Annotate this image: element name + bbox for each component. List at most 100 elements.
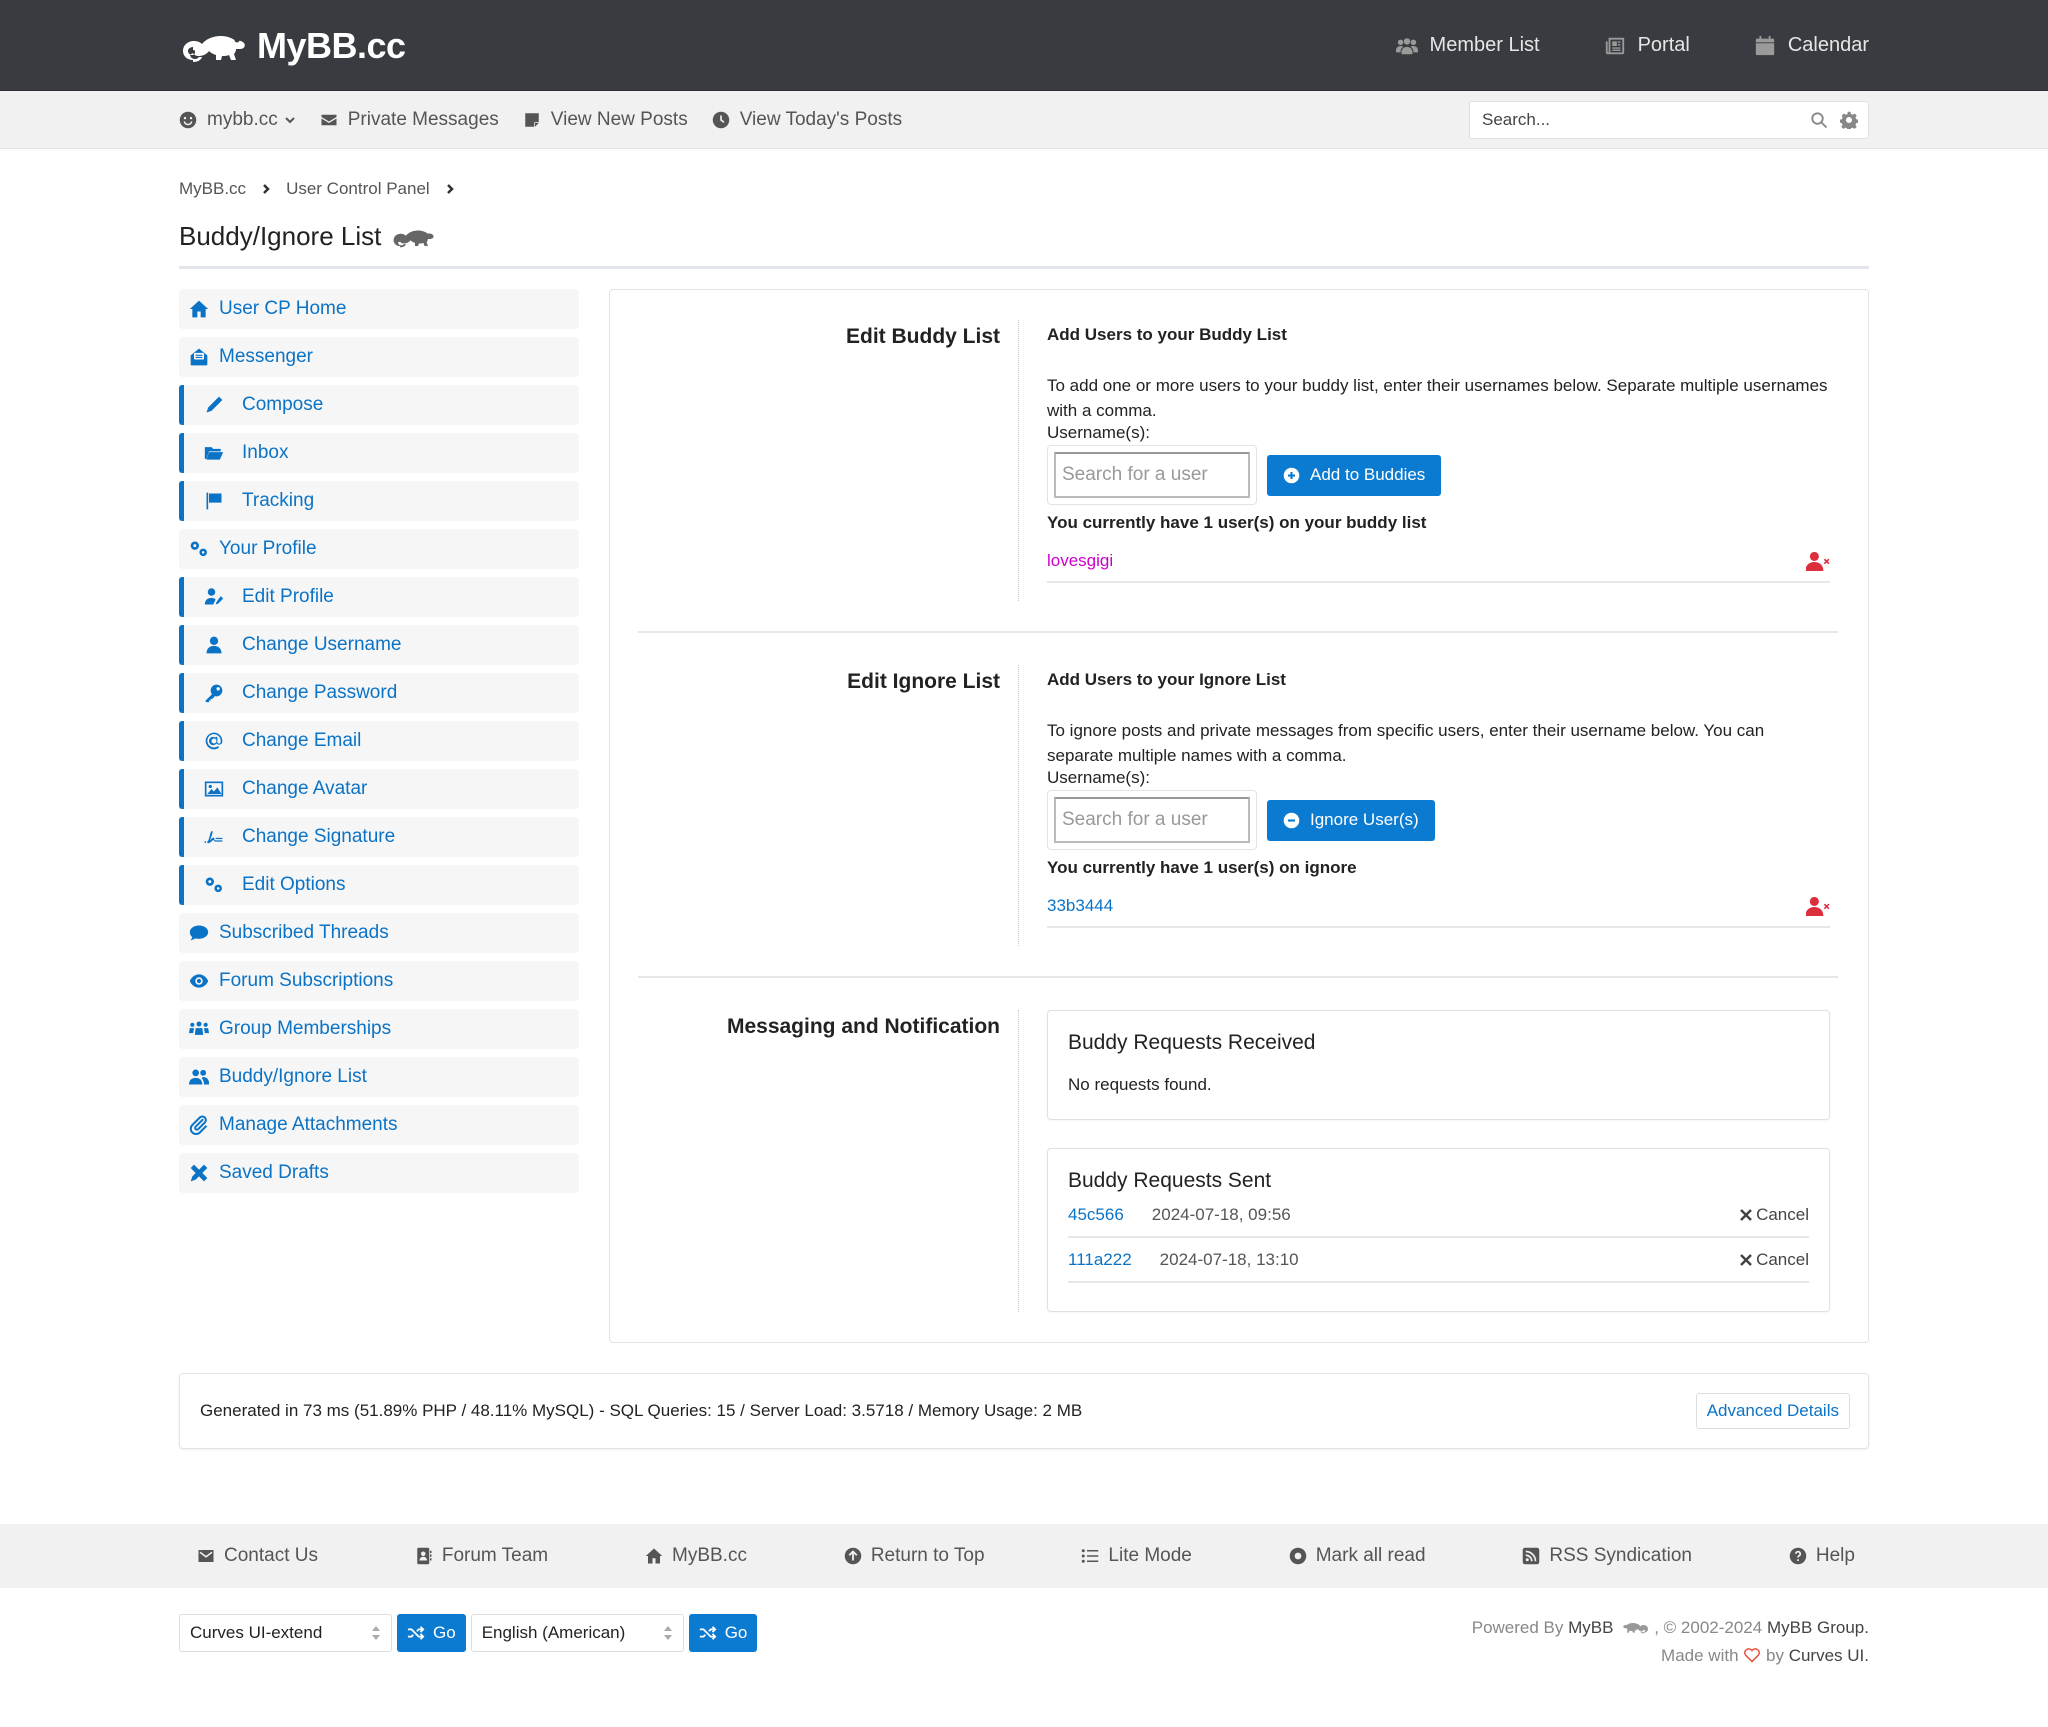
debug-info-bar: Generated in 73 ms (51.89% PHP / 48.11% … <box>179 1373 1869 1449</box>
question-circle-icon <box>1789 1547 1807 1565</box>
eye-icon <box>189 974 209 988</box>
section-description: To ignore posts and private messages fro… <box>1047 721 1765 765</box>
search-input[interactable] <box>1480 109 1798 131</box>
signature-icon <box>204 830 223 844</box>
language-go-button[interactable]: Go <box>688 1614 758 1652</box>
calendar-icon <box>1755 35 1774 55</box>
footer-mybb-home[interactable]: MyBB.cc <box>645 1545 747 1567</box>
sidebar-item-change-username[interactable]: Change Username <box>179 625 579 665</box>
search-icon[interactable] <box>1810 111 1828 129</box>
mybb-group-link[interactable]: MyBB Group. <box>1767 1618 1869 1637</box>
heart-icon <box>1744 1648 1761 1663</box>
request-user-link[interactable]: 111a222 <box>1068 1250 1132 1270</box>
section-label: Messaging and Notification <box>726 1015 1000 1038</box>
theme-go-button[interactable]: Go <box>397 1614 466 1652</box>
remove-user-icon[interactable] <box>1806 896 1830 916</box>
gear-icon[interactable] <box>1840 111 1858 129</box>
nav-portal[interactable]: Portal <box>1604 34 1690 57</box>
smile-icon <box>179 111 197 129</box>
divider <box>638 631 1838 633</box>
cogs-icon <box>205 877 222 893</box>
sidebar-item-messenger[interactable]: Messenger <box>179 337 579 377</box>
buddy-requests-sent-card: Buddy Requests Sent 45c566 2024-07-18, 0… <box>1047 1148 1830 1312</box>
sidebar-item-your-profile[interactable]: Your Profile <box>179 529 579 569</box>
sidebar-item-manage-attachments[interactable]: Manage Attachments <box>179 1105 579 1145</box>
sidebar-item-change-password[interactable]: Change Password <box>179 673 579 713</box>
cancel-request-button[interactable]: Cancel <box>1740 1205 1809 1225</box>
home-icon <box>645 1548 663 1564</box>
chameleon-icon <box>393 230 434 247</box>
mybb-link[interactable]: MyBB <box>1568 1618 1613 1637</box>
buddy-username-link[interactable]: lovesgigi <box>1047 551 1113 571</box>
page-title: Buddy/Ignore List <box>179 221 1869 269</box>
sidebar-item-group-memberships[interactable]: Group Memberships <box>179 1009 579 1049</box>
sidebar-item-compose[interactable]: Compose <box>179 385 579 425</box>
cogs-icon <box>190 541 207 557</box>
divider <box>638 976 1838 978</box>
ignored-username-link[interactable]: 33b3444 <box>1047 896 1113 916</box>
sidebar-item-subscribed-threads[interactable]: Subscribed Threads <box>179 913 579 953</box>
chameleon-logo-icon <box>183 35 245 62</box>
debug-text: Generated in 73 ms (51.89% PHP / 48.11% … <box>200 1401 1083 1420</box>
add-to-buddies-button[interactable]: Add to Buddies <box>1267 454 1442 496</box>
sidebar-item-inbox[interactable]: Inbox <box>179 433 579 473</box>
user-menu-dropdown[interactable]: mybb.cc <box>179 109 296 131</box>
footer-bottom: Curves UI-extend Go English (American) G… <box>0 1614 2048 1670</box>
logo-text: MyBB.cc <box>257 24 406 66</box>
list-item: lovesgigi <box>1047 551 1830 583</box>
language-select[interactable]: English (American) <box>470 1614 684 1652</box>
remove-user-icon[interactable] <box>1806 551 1830 571</box>
sidebar-item-buddy-ignore-list[interactable]: Buddy/Ignore List <box>179 1057 579 1097</box>
sort-icon <box>663 1626 672 1640</box>
comment-icon <box>189 925 209 941</box>
main-panel: Edit Buddy List Add Users to your Buddy … <box>609 289 1869 1343</box>
view-new-posts-link[interactable]: View New Posts <box>523 109 688 131</box>
buddy-count: You currently have 1 user(s) on your bud… <box>1047 513 1427 532</box>
sidebar-item-edit-options[interactable]: Edit Options <box>179 865 579 905</box>
sidebar-item-usercp-home[interactable]: User CP Home <box>179 289 579 329</box>
key-icon <box>205 684 223 703</box>
card-title: Buddy Requests Received <box>1068 1031 1316 1054</box>
random-icon <box>699 1626 717 1640</box>
breadcrumb: MyBB.cc User Control Panel <box>179 179 1869 199</box>
site-logo[interactable]: MyBB.cc <box>179 25 406 67</box>
footer-lite-mode[interactable]: Lite Mode <box>1081 1545 1192 1567</box>
view-todays-posts-link[interactable]: View Today's Posts <box>712 109 902 131</box>
sidebar-item-change-email[interactable]: Change Email <box>179 721 579 761</box>
sidebar-item-edit-profile[interactable]: Edit Profile <box>179 577 579 617</box>
footer-mark-all-read[interactable]: Mark all read <box>1289 1545 1426 1567</box>
ignore-users-button[interactable]: Ignore User(s) <box>1267 799 1435 841</box>
breadcrumb-home[interactable]: MyBB.cc <box>179 179 246 199</box>
buddy-username-input[interactable] <box>1054 452 1250 498</box>
request-user-link[interactable]: 45c566 <box>1068 1205 1124 1225</box>
curves-ui-link[interactable]: Curves UI. <box>1789 1646 1869 1665</box>
advanced-details-button[interactable]: Advanced Details <box>1695 1393 1850 1429</box>
theme-select[interactable]: Curves UI-extend <box>179 1614 392 1652</box>
credits: Powered By MyBB , © 2002-2024 MyBB Group… <box>1471 1618 1869 1665</box>
footer-contact-us[interactable]: Contact Us <box>197 1545 318 1567</box>
footer-forum-team[interactable]: Forum Team <box>415 1545 548 1567</box>
sidebar-item-change-signature[interactable]: Change Signature <box>179 817 579 857</box>
ignore-count: You currently have 1 user(s) on ignore <box>1047 858 1357 877</box>
nav-calendar[interactable]: Calendar <box>1754 34 1869 57</box>
breadcrumb-usercp[interactable]: User Control Panel <box>286 179 430 199</box>
ignore-username-input[interactable] <box>1054 797 1250 843</box>
private-messages-link[interactable]: Private Messages <box>320 109 499 131</box>
footer-return-to-top[interactable]: Return to Top <box>844 1545 985 1567</box>
footer-rss-syndication[interactable]: RSS Syndication <box>1522 1545 1692 1567</box>
clock-icon <box>712 111 729 129</box>
chevron-right-icon <box>446 184 454 194</box>
top-nav: Member List Portal Calendar <box>1395 34 1869 57</box>
sort-icon <box>372 1626 380 1640</box>
nav-member-list[interactable]: Member List <box>1395 34 1540 57</box>
user-icon <box>206 636 222 654</box>
sidebar-item-change-avatar[interactable]: Change Avatar <box>179 769 579 809</box>
sidebar-item-tracking[interactable]: Tracking <box>179 481 579 521</box>
sidebar-item-forum-subscriptions[interactable]: Forum Subscriptions <box>179 961 579 1001</box>
cancel-request-button[interactable]: Cancel <box>1740 1250 1809 1270</box>
footer-help[interactable]: Help <box>1789 1545 1855 1567</box>
sticky-note-icon <box>525 113 539 127</box>
arrow-up-circle-icon <box>844 1547 862 1565</box>
flag-icon <box>206 492 222 510</box>
sidebar-item-saved-drafts[interactable]: Saved Drafts <box>179 1153 579 1193</box>
